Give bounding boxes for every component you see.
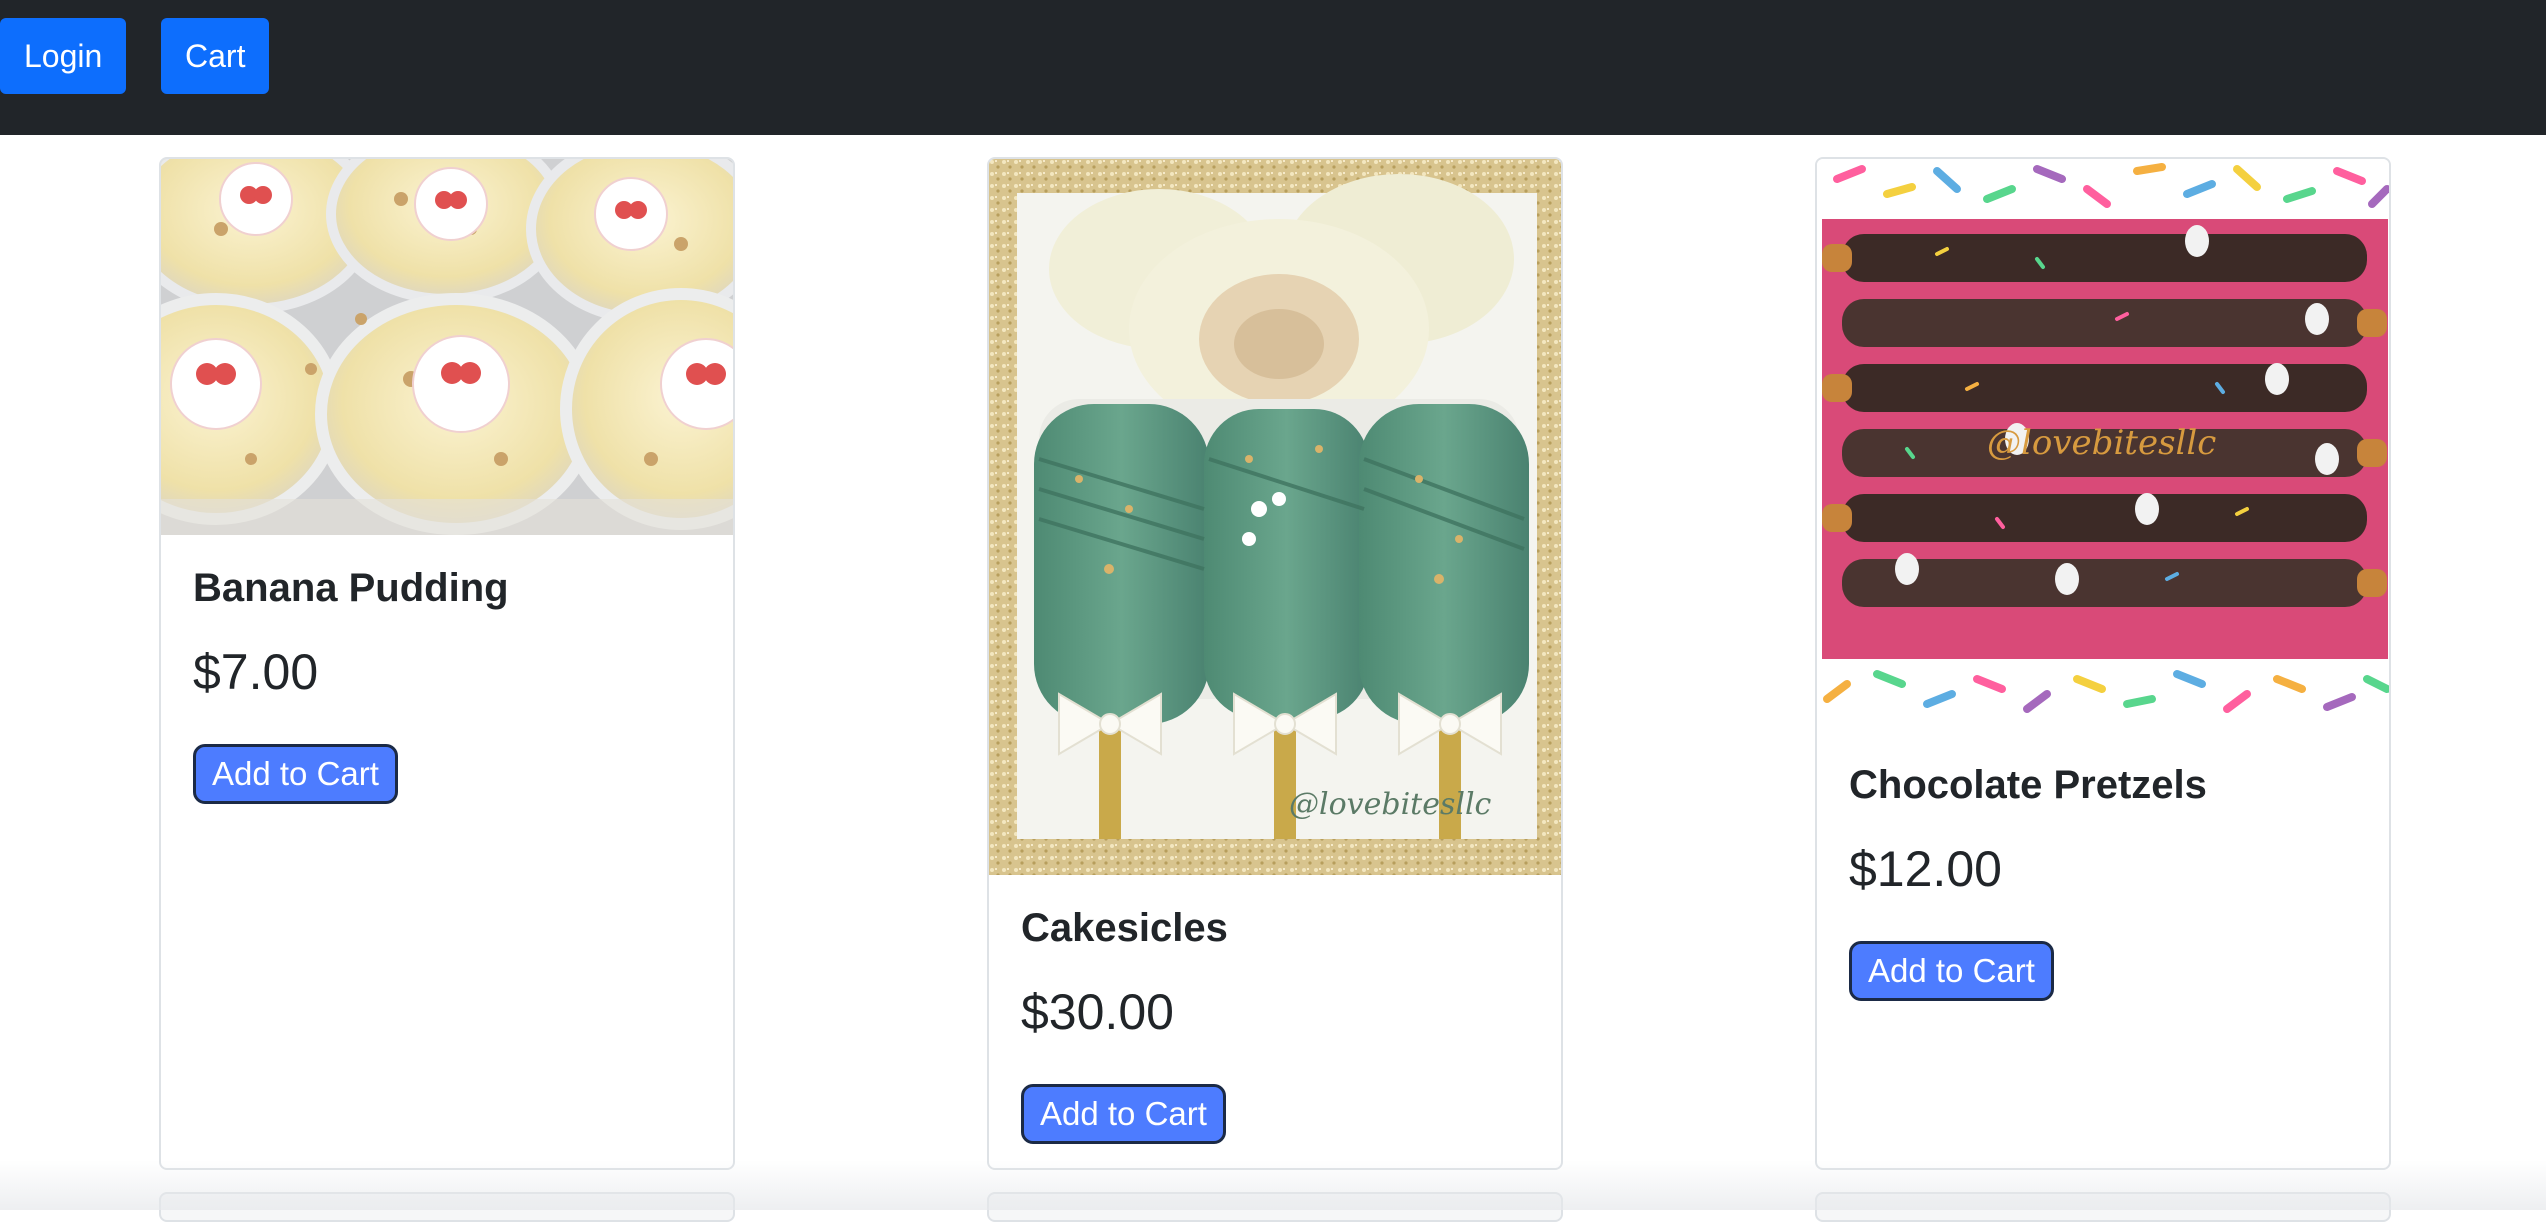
svg-text:@lovebitesllc: @lovebitesllc — [1289, 787, 1492, 822]
product-card-next-row — [1815, 1192, 2391, 1222]
add-to-cart-button[interactable]: Add to Cart — [1021, 1084, 1226, 1144]
product-name: Banana Pudding — [193, 566, 509, 610]
product-name: Cakesicles — [1021, 906, 1228, 950]
product-card-banana-pudding: Banana Pudding $7.00 Add to Cart — [159, 157, 735, 1170]
product-card-chocolate-pretzels: @lovebitesllc Chocolate Pretzels $12.00 … — [1815, 157, 2391, 1170]
product-card-cakesicles: @lovebitesllc Cakesicles $30.00 Add to C… — [987, 157, 1563, 1170]
product-price: $12.00 — [1849, 841, 2002, 897]
product-image-banana-pudding — [161, 159, 733, 535]
top-navbar: Login Cart — [0, 0, 2546, 135]
product-card-body: Chocolate Pretzels $12.00 Add to Cart — [1849, 761, 2357, 1001]
add-to-cart-button[interactable]: Add to Cart — [1849, 941, 2054, 1001]
product-image-cakesicles: @lovebitesllc — [989, 159, 1561, 875]
product-name: Chocolate Pretzels — [1849, 763, 2207, 807]
product-image-chocolate-pretzels: @lovebitesllc — [1817, 159, 2389, 732]
product-price: $7.00 — [193, 644, 319, 700]
product-price: $30.00 — [1021, 984, 1174, 1040]
login-button[interactable]: Login — [0, 18, 127, 94]
product-card-body: Banana Pudding $7.00 Add to Cart — [193, 564, 701, 804]
svg-text:@lovebitesllc: @lovebitesllc — [1987, 423, 2216, 463]
product-card-next-row — [987, 1192, 1563, 1222]
product-card-next-row — [159, 1192, 735, 1222]
cart-button[interactable]: Cart — [161, 18, 270, 94]
product-card-body: Cakesicles $30.00 Add to Cart — [1021, 904, 1529, 1144]
add-to-cart-button[interactable]: Add to Cart — [193, 744, 398, 804]
